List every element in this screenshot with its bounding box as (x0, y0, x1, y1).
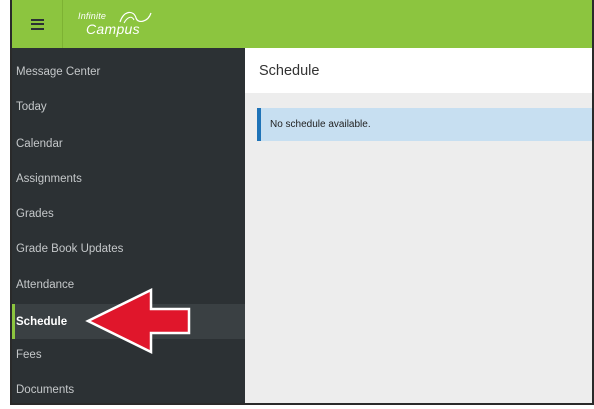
top-bar: Infinite Campus (12, 0, 592, 48)
sidebar-item-label: Grade Book Updates (16, 242, 124, 255)
no-schedule-notice: No schedule available. (257, 108, 592, 141)
sidebar-item-grade-book-updates[interactable]: Grade Book Updates (12, 231, 245, 266)
logo-text-infinite: Infinite (78, 11, 107, 21)
sidebar-item-label: Attendance (16, 278, 75, 291)
sidebar-item-label: Fees (16, 348, 42, 361)
logo-divider (62, 0, 63, 48)
sidebar-item-documents[interactable]: Documents (12, 372, 245, 403)
sidebar-item-today[interactable]: Today (12, 89, 245, 124)
sidebar-item-label: Documents (16, 383, 75, 396)
red-arrow-annotation (85, 287, 191, 355)
infinite-campus-logo: Infinite Campus (76, 8, 156, 42)
sidebar-item-label: Calendar (16, 137, 63, 150)
sidebar-item-label: Grades (16, 207, 54, 220)
page-title: Schedule (259, 62, 320, 79)
sidebar-item-label: Schedule (16, 315, 68, 328)
sidebar-item-label: Assignments (16, 172, 82, 185)
sidebar-item-label: Message Center (16, 65, 101, 78)
sidebar-item-message-center[interactable]: Message Center (12, 54, 245, 89)
hamburger-menu-icon (30, 18, 44, 30)
page-header: Schedule (245, 48, 592, 93)
sidebar-item-grades[interactable]: Grades (12, 196, 245, 231)
notice-text: No schedule available. (270, 119, 371, 130)
logo-swirl-icon (119, 11, 152, 24)
sidebar-item-assignments[interactable]: Assignments (12, 161, 245, 196)
app-window: Infinite Campus Message Center Today Cal… (10, 0, 594, 405)
sidebar-item-calendar[interactable]: Calendar (12, 126, 245, 161)
main-content: Schedule No schedule available. (245, 48, 592, 403)
sidebar-item-label: Today (16, 100, 47, 113)
menu-button[interactable] (12, 0, 62, 48)
